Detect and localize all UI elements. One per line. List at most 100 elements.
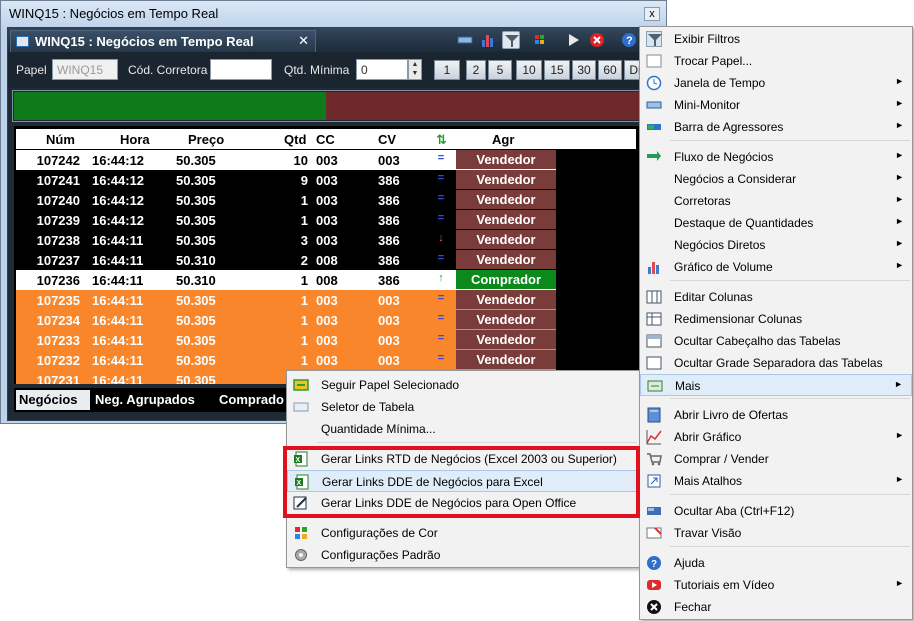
col-agr[interactable]: Agr [492,132,514,147]
col-cc[interactable]: CC [316,132,335,147]
menu-item-fechar[interactable]: Fechar [640,596,912,618]
menu-item-mais-atalhos[interactable]: Mais Atalhos ► [640,470,912,492]
cell-agr: Vendedor [456,190,556,209]
qtd-minima-label: Qtd. Mínima [284,63,350,77]
equal-icon: = [437,172,445,184]
col-cv[interactable]: CV [378,132,396,147]
table-row[interactable]: 107238 16:44:11 50.305 3 003 386 ↓ Vendedor [16,230,556,250]
menu-item-ocultar-cabe-alho-das-tabelas[interactable]: Ocultar Cabeçalho das Tabelas [640,330,912,352]
equal-icon: = [437,292,445,304]
menu-item-label: Fluxo de Negócios [674,150,774,164]
menu-item-abrir-livro-de-ofertas[interactable]: Abrir Livro de Ofertas [640,404,912,426]
table-row[interactable]: 107235 16:44:11 50.305 1 003 003 = Vendedor [16,290,556,310]
cell-cv: 386 [378,233,400,248]
table-selector-icon [293,399,309,415]
tab-neg-agrupados[interactable]: Neg. Agrupados [92,390,214,410]
menu-item-mini-monitor[interactable]: Mini-Monitor ► [640,94,912,116]
menu-item-ocultar-aba-ctrl-f12[interactable]: Ocultar Aba (Ctrl+F12) [640,500,912,522]
table-row[interactable]: 107241 16:44:12 50.305 9 003 386 = Vendedor [16,170,556,190]
filter-icon[interactable] [502,31,520,49]
table-row[interactable]: 107233 16:44:11 50.305 1 003 003 = Vendedor [16,330,556,350]
table-row[interactable]: 107239 16:44:12 50.305 1 003 386 = Vendedor [16,210,556,230]
menu-item-redimensionar-colunas[interactable]: Redimensionar Colunas [640,308,912,330]
menu-item-seguir-papel-selecionado[interactable]: Seguir Papel Selecionado [287,374,639,396]
cell-num: 107236 [36,273,80,288]
bar-chart-icon[interactable] [479,31,497,49]
cell-cc: 003 [316,153,338,168]
window-close-button[interactable]: x [644,7,660,21]
col-qtd[interactable]: Qtd [284,132,306,147]
play-icon[interactable] [564,31,582,49]
menu-item-destaque-de-quantidades[interactable]: Destaque de Quantidades ► [640,212,912,234]
menu-item-ajuda[interactable]: ? Ajuda [640,552,912,574]
tab-close-button[interactable]: ✕ [298,33,309,49]
qty-button-30[interactable]: 30 [572,60,596,80]
tab-negocios-tempo-real[interactable]: WINQ15 : Negócios em Tempo Real ✕ [10,30,316,52]
cell-hora: 16:44:12 [92,153,145,168]
menu-item-barra-de-agressores[interactable]: Barra de Agressores ► [640,116,912,138]
menu-item-seletor-de-tabela[interactable]: Seletor de Tabela [287,396,639,418]
color-palette-icon[interactable] [532,31,550,49]
cell-hora: 16:44:11 [92,293,144,308]
menu-item-trocar-papel[interactable]: Trocar Papel... [640,50,912,72]
menu-item-label: Mais [675,379,701,393]
aggressor-bar-icon [646,119,662,135]
qtd-minima-input[interactable]: 0 [356,59,408,80]
papel-input[interactable]: WINQ15 [52,59,118,80]
sort-arrows-icon[interactable]: ⇅ [436,132,447,148]
col-num[interactable]: Núm [46,132,75,147]
table-row[interactable]: 107232 16:44:11 50.305 1 003 003 = Vendedor [16,350,556,370]
qty-button-60[interactable]: 60 [598,60,622,80]
menu-item-tutoriais-em-v-deo[interactable]: Tutoriais em Vídeo ► [640,574,912,596]
table-row[interactable]: 107234 16:44:11 50.305 1 003 003 = Vendedor [16,310,556,330]
qtd-spinner[interactable]: ▲ ▼ [408,59,422,80]
cell-cc: 003 [316,173,338,188]
menu-item-ocultar-grade-separadora-das-tabelas[interactable]: Ocultar Grade Separadora das Tabelas [640,352,912,374]
menu-item-mais[interactable]: Mais ► [640,374,912,396]
menu-item-janela-de-tempo[interactable]: Janela de Tempo ► [640,72,912,94]
menu-item-editar-colunas[interactable]: Editar Colunas [640,286,912,308]
menu-item-gr-fico-de-volume[interactable]: Gráfico de Volume ► [640,256,912,278]
menu-item-configura-es-padr-o[interactable]: Configurações Padrão [287,544,639,566]
table-row[interactable]: 107236 16:44:11 50.310 1 008 386 ↑ Comprador [16,270,556,290]
menu-item-label: Negócios Diretos [674,238,766,252]
menu-item-quantidade-m-nima[interactable]: Quantidade Mínima... [287,418,639,440]
menu-item-corretoras[interactable]: Corretoras ► [640,190,912,212]
cell-qtd: 1 [300,273,308,288]
cell-qtd: 1 [300,293,308,308]
qty-button-15[interactable]: 15 [544,60,570,80]
menu-item-neg-cios-a-considerar[interactable]: Negócios a Considerar ► [640,168,912,190]
filter-controls: Papel WINQ15 Cód. Corretora Qtd. Mínima … [8,52,660,88]
cell-hora: 16:44:12 [92,173,145,188]
bar-chart-icon [646,259,662,275]
cell-qtd: 9 [300,173,308,188]
menu-item-neg-cios-diretos[interactable]: Negócios Diretos ► [640,234,912,256]
table-row[interactable]: 107242 16:44:12 50.305 10 003 003 = Vendedor [16,150,556,170]
corretora-input[interactable] [210,59,272,80]
table-row[interactable]: 107240 16:44:12 50.305 1 003 386 = Vendedor [16,190,556,210]
tab-comprado[interactable]: Comprado [216,390,292,410]
table-row[interactable]: 107237 16:44:11 50.310 2 008 386 = Vendedor [16,250,556,270]
menu-item-fluxo-de-neg-cios[interactable]: Fluxo de Negócios ► [640,146,912,168]
equal-icon: = [437,332,445,344]
cell-hora: 16:44:11 [92,233,144,248]
qty-button-5[interactable]: 5 [488,60,512,80]
qty-button-10[interactable]: 10 [516,60,542,80]
help-icon[interactable]: ? [620,31,638,49]
menu-item-configura-es-de-cor[interactable]: Configurações de Cor [287,522,639,544]
tab-negocios[interactable]: Negócios [16,390,90,410]
qty-button-2[interactable]: 2 [466,60,486,80]
col-preco[interactable]: Preço [188,132,224,147]
menu-item-abrir-gr-fico[interactable]: Abrir Gráfico ► [640,426,912,448]
col-hora[interactable]: Hora [120,132,150,147]
video-icon [646,577,662,593]
qty-button-1[interactable]: 1 [434,60,460,80]
menu-item-comprar-vender[interactable]: Comprar / Vender [640,448,912,470]
menu-item-exibir-filtros[interactable]: Exibir Filtros [640,28,912,50]
menu-item-label: Redimensionar Colunas [674,312,803,326]
menu-item-travar-vis-o[interactable]: Travar Visão [640,522,912,544]
mini-monitor-icon[interactable] [456,31,474,49]
flow-icon [646,149,662,165]
cell-preco: 50.305 [176,313,216,328]
stop-icon[interactable] [588,31,606,49]
